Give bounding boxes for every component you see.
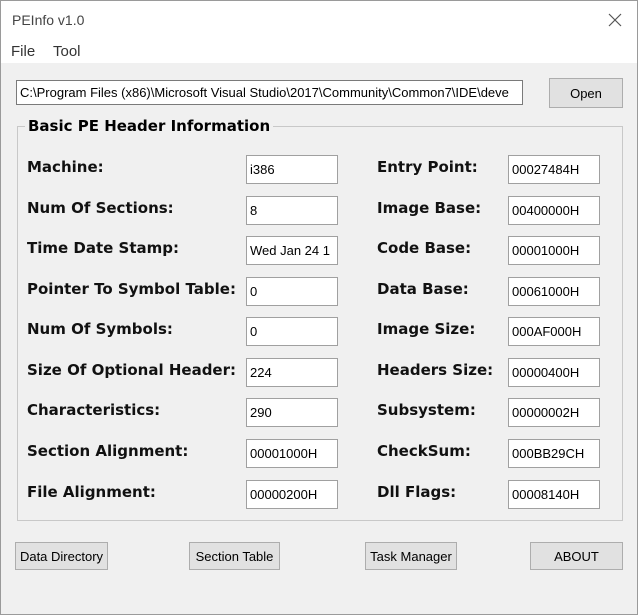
title-bar: PEInfo v1.0 bbox=[1, 1, 637, 39]
about-button[interactable]: ABOUT bbox=[530, 542, 623, 570]
time-date-stamp-field[interactable]: Wed Jan 24 1 bbox=[246, 236, 338, 265]
window-title: PEInfo v1.0 bbox=[12, 12, 85, 28]
dll-flags-field[interactable]: 00008140H bbox=[508, 480, 600, 509]
code-base-label: Code Base: bbox=[377, 239, 472, 257]
code-base-field[interactable]: 00001000H bbox=[508, 236, 600, 265]
groupbox-title: Basic PE Header Information bbox=[25, 117, 274, 135]
time-date-stamp-label: Time Date Stamp: bbox=[27, 239, 179, 257]
num-of-symbols-label: Num Of Symbols: bbox=[27, 320, 173, 338]
num-of-symbols-field[interactable]: 0 bbox=[246, 317, 338, 346]
data-base-field[interactable]: 00061000H bbox=[508, 277, 600, 306]
size-of-optional-header-label: Size Of Optional Header: bbox=[27, 361, 236, 379]
headers-size-label: Headers Size: bbox=[377, 361, 494, 379]
close-icon bbox=[608, 13, 622, 27]
size-of-optional-header-field[interactable]: 224 bbox=[246, 358, 338, 387]
entry-point-field[interactable]: 00027484H bbox=[508, 155, 600, 184]
menu-bar: File Tool bbox=[1, 39, 637, 63]
task-manager-button[interactable]: Task Manager bbox=[365, 542, 457, 570]
section-table-button[interactable]: Section Table bbox=[189, 542, 280, 570]
file-alignment-field[interactable]: 00000200H bbox=[246, 480, 338, 509]
app-window: PEInfo v1.0 File Tool C:\Program Files (… bbox=[0, 0, 638, 615]
open-button[interactable]: Open bbox=[549, 78, 623, 108]
checksum-field[interactable]: 000BB29CH bbox=[508, 439, 600, 468]
pointer-to-symbol-table-label: Pointer To Symbol Table: bbox=[27, 280, 236, 298]
file-alignment-label: File Alignment: bbox=[27, 483, 156, 501]
section-alignment-field[interactable]: 00001000H bbox=[246, 439, 338, 468]
dll-flags-label: Dll Flags: bbox=[377, 483, 457, 501]
num-of-sections-field[interactable]: 8 bbox=[246, 196, 338, 225]
close-button[interactable] bbox=[601, 7, 629, 33]
machine-label: Machine: bbox=[27, 158, 104, 176]
data-base-label: Data Base: bbox=[377, 280, 469, 298]
menu-tool[interactable]: Tool bbox=[53, 43, 81, 60]
headers-size-field[interactable]: 00000400H bbox=[508, 358, 600, 387]
pointer-to-symbol-table-field[interactable]: 0 bbox=[246, 277, 338, 306]
data-directory-button[interactable]: Data Directory bbox=[15, 542, 108, 570]
entry-point-label: Entry Point: bbox=[377, 158, 478, 176]
machine-field[interactable]: i386 bbox=[246, 155, 338, 184]
image-base-label: Image Base: bbox=[377, 199, 482, 217]
image-size-field[interactable]: 000AF000H bbox=[508, 317, 600, 346]
image-base-field[interactable]: 00400000H bbox=[508, 196, 600, 225]
file-path-input[interactable]: C:\Program Files (x86)\Microsoft Visual … bbox=[16, 80, 523, 105]
section-alignment-label: Section Alignment: bbox=[27, 442, 189, 460]
characteristics-label: Characteristics: bbox=[27, 401, 161, 419]
checksum-label: CheckSum: bbox=[377, 442, 471, 460]
menu-file[interactable]: File bbox=[11, 43, 35, 60]
num-of-sections-label: Num Of Sections: bbox=[27, 199, 174, 217]
subsystem-label: Subsystem: bbox=[377, 401, 476, 419]
characteristics-field[interactable]: 290 bbox=[246, 398, 338, 427]
subsystem-field[interactable]: 00000002H bbox=[508, 398, 600, 427]
image-size-label: Image Size: bbox=[377, 320, 476, 338]
